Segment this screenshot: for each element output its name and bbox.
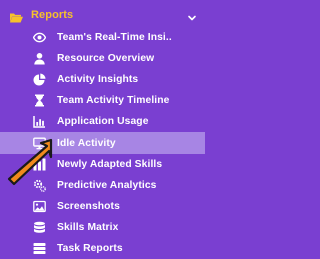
chevron-down-icon[interactable] [187, 10, 197, 21]
menu-item-team-activity-timeline[interactable]: Team Activity Timeline [0, 90, 205, 111]
pie-chart-icon [33, 73, 46, 86]
list-icon [33, 242, 46, 255]
menu-item-skills-matrix[interactable]: Skills Matrix [0, 217, 205, 238]
menu-item-label: Activity Insights [57, 74, 139, 86]
reports-section-header[interactable]: Reports [0, 0, 205, 30]
menu-item-label: Idle Activity [57, 137, 116, 149]
menu-item-application-usage[interactable]: Application Usage [0, 111, 205, 132]
reports-title: Reports [31, 9, 74, 21]
menu-item-label: Resource Overview [57, 53, 155, 65]
reports-sidebar: Reports Team's Real-Time Insi... Resourc… [0, 0, 205, 259]
menu-item-label: Skills Matrix [57, 221, 119, 233]
folder-open-icon [9, 10, 23, 22]
menu-item-screenshots[interactable]: Screenshots [0, 196, 205, 217]
menu-item-label: Team Activity Timeline [57, 95, 170, 107]
hourglass-icon [33, 94, 46, 107]
menu-item-label: Newly Adapted Skills [57, 158, 163, 170]
menu-item-label: Screenshots [57, 200, 120, 212]
menu-item-label: Application Usage [57, 116, 149, 128]
arrow-pointer-icon [7, 138, 53, 186]
image-icon [33, 200, 46, 213]
menu-item-label: Predictive Analytics [57, 179, 157, 191]
menu-item-label: Task Reports [57, 242, 123, 254]
menu-item-task-reports[interactable]: Task Reports [0, 238, 205, 259]
database-icon [33, 221, 46, 234]
menu-item-label: Team's Real-Time Insi... [57, 32, 172, 44]
user-icon [33, 52, 46, 65]
eye-icon [33, 31, 46, 44]
menu-item-teams-real-time-insights[interactable]: Team's Real-Time Insi... [0, 27, 205, 48]
menu-item-activity-insights[interactable]: Activity Insights [0, 69, 205, 90]
menu-item-resource-overview[interactable]: Resource Overview [0, 48, 205, 69]
bar-chart-icon [33, 115, 46, 129]
